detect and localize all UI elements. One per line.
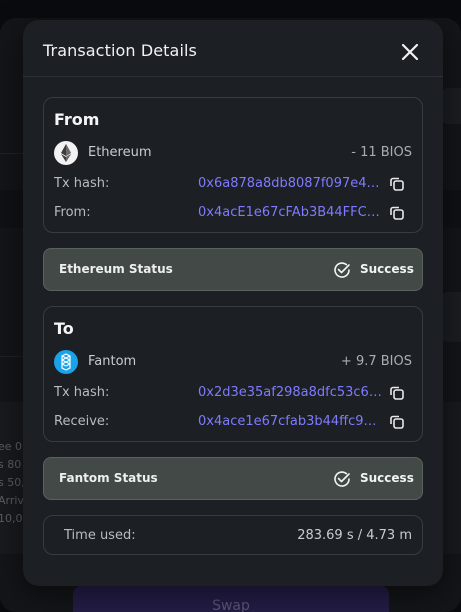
- from-section-title: From: [54, 110, 100, 129]
- status-value: Success: [360, 262, 414, 276]
- to-chain-row: Fantom + 9.7 BIOS: [54, 350, 412, 374]
- time-used-value: 283.69 s / 4.73 m: [297, 528, 412, 543]
- from-address-row: From: 0x4acE1e67cFAb3B44FFC…: [54, 203, 412, 223]
- ethereum-status-bar: Ethereum Status Success: [43, 248, 423, 291]
- close-button[interactable]: [399, 41, 421, 63]
- fantom-status-bar: Fantom Status Success: [43, 457, 423, 500]
- time-used-label: Time used:: [64, 528, 136, 543]
- from-tx-hash-link[interactable]: 0x6a878a8db8087f097e4b…: [198, 176, 382, 191]
- to-tx-hash-link[interactable]: 0x2d3e35af298a8dfc53c6…: [198, 385, 382, 400]
- check-circle-icon: [334, 471, 350, 487]
- receive-address-label: Receive:: [54, 414, 110, 429]
- modal-title: Transaction Details: [43, 41, 197, 60]
- to-chain-name: Fantom: [88, 354, 137, 369]
- copy-icon: [390, 415, 404, 429]
- from-chain-row: Ethereum - 11 BIOS: [54, 141, 412, 165]
- fantom-icon: [54, 350, 78, 374]
- copy-tx-hash-button[interactable]: [388, 175, 406, 193]
- copy-address-button[interactable]: [388, 413, 406, 431]
- status-label: Ethereum Status: [59, 262, 173, 276]
- copy-icon: [390, 206, 404, 220]
- close-icon: [401, 43, 419, 61]
- copy-address-button[interactable]: [388, 204, 406, 222]
- to-section-title: To: [54, 319, 74, 338]
- copy-tx-hash-button[interactable]: [388, 384, 406, 402]
- from-chain-name: Ethereum: [88, 145, 152, 160]
- to-address-row: Receive: 0x4ace1e67cfab3b44ffc9c…: [54, 412, 412, 432]
- status-value: Success: [360, 471, 414, 485]
- transaction-details-modal: Transaction Details From Ethereum - 11 B…: [23, 20, 443, 586]
- to-tx-hash-row: Tx hash: 0x2d3e35af298a8dfc53c6…: [54, 383, 412, 403]
- tx-hash-label: Tx hash:: [54, 385, 110, 400]
- to-amount: + 9.7 BIOS: [340, 354, 412, 369]
- from-address-label: From:: [54, 205, 91, 220]
- from-tx-hash-row: Tx hash: 0x6a878a8db8087f097e4b…: [54, 174, 412, 194]
- copy-icon: [390, 386, 404, 400]
- receive-address-link[interactable]: 0x4ace1e67cfab3b44ffc9c…: [198, 414, 382, 429]
- to-card: To Fantom + 9.7 BIOS Tx hash: 0x2d3e35af…: [43, 306, 423, 442]
- from-amount: - 11 BIOS: [351, 145, 412, 160]
- tx-hash-label: Tx hash:: [54, 176, 110, 191]
- time-used-box: Time used: 283.69 s / 4.73 m: [43, 515, 423, 555]
- status-label: Fantom Status: [59, 471, 158, 485]
- ethereum-icon: [54, 141, 78, 165]
- modal-header: Transaction Details: [23, 20, 443, 77]
- copy-icon: [390, 177, 404, 191]
- check-circle-icon: [334, 262, 350, 278]
- from-address-link[interactable]: 0x4acE1e67cFAb3B44FFC…: [198, 205, 382, 220]
- from-card: From Ethereum - 11 BIOS Tx hash: 0x6a878…: [43, 97, 423, 233]
